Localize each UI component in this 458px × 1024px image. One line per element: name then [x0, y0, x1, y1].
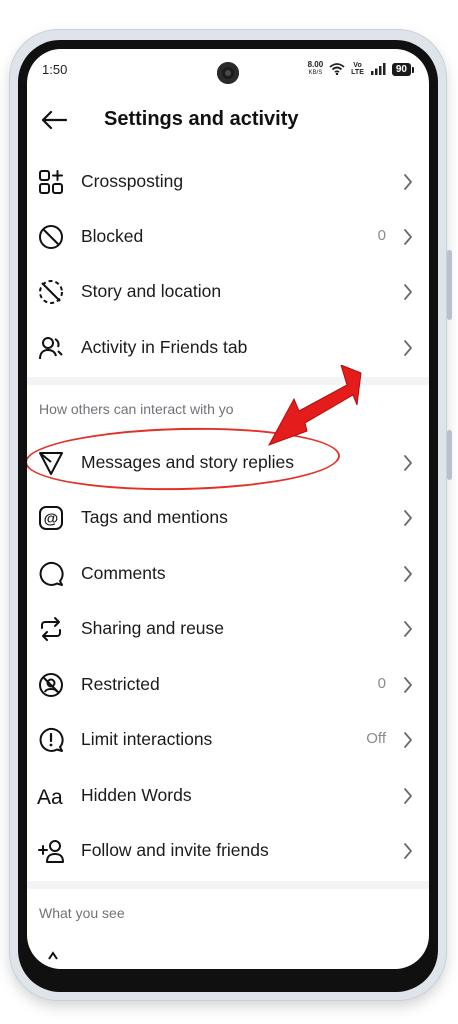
crossposting-icon: [37, 168, 65, 196]
settings-row-restricted[interactable]: Restricted 0: [27, 657, 429, 712]
signal-icon: [370, 63, 386, 75]
screen: 1:50 8.00 KB/S Vo LTE 90 Settings and ac…: [27, 49, 429, 969]
front-camera: [217, 62, 239, 84]
wifi-icon: [329, 63, 345, 75]
section-divider: [27, 377, 429, 385]
comments-icon: [37, 560, 65, 588]
back-button[interactable]: [37, 103, 71, 137]
row-value: 0: [377, 227, 386, 244]
settings-row-friends-activity[interactable]: Activity in Friends tab: [27, 320, 429, 375]
chevron-right-icon: [399, 730, 417, 750]
follow-invite-icon: [37, 837, 65, 865]
row-label: Activity in Friends tab: [81, 337, 248, 357]
status-icons: 8.00 KB/S Vo LTE 90: [308, 61, 415, 77]
row-value: 0: [377, 675, 386, 692]
blocked-icon: [37, 223, 65, 251]
row-label: Crossposting: [81, 171, 184, 191]
settings-row-crossposting[interactable]: Crossposting: [27, 154, 429, 209]
row-label: Restricted: [81, 674, 160, 694]
volume-button: [447, 250, 452, 320]
status-bar: 1:50 8.00 KB/S Vo LTE 90: [27, 49, 429, 91]
chevron-right-icon: [399, 675, 417, 695]
chevron-right-icon: [399, 453, 417, 473]
chevron-right-icon: [399, 619, 417, 639]
hidden-words-icon: Aa: [37, 782, 65, 810]
page-title: Settings and activity: [104, 108, 299, 130]
chevron-right-icon: [399, 841, 417, 861]
settings-row-blocked[interactable]: Blocked 0: [27, 209, 429, 264]
row-label: Follow and invite friends: [81, 840, 269, 860]
svg-text:@: @: [44, 511, 59, 528]
settings-row-hidden-words[interactable]: Aa Hidden Words: [27, 768, 429, 823]
partial-row-icon: [48, 951, 58, 960]
chevron-right-icon: [399, 172, 417, 192]
restricted-icon: [37, 671, 65, 699]
chevron-right-icon: [399, 282, 417, 302]
back-arrow-icon: [41, 110, 68, 130]
volte-indicator: Vo LTE: [351, 62, 364, 76]
story-location-icon: [37, 278, 65, 306]
settings-row-comments[interactable]: Comments: [27, 546, 429, 601]
status-time: 1:50: [42, 62, 68, 77]
chevron-right-icon: [399, 508, 417, 528]
battery-indicator: 90: [391, 62, 415, 76]
section-divider: [27, 881, 429, 889]
friends-activity-icon: [37, 334, 65, 362]
annotation-arrow: [267, 365, 362, 446]
section-header-interact: How others can interact with yo: [39, 401, 234, 417]
chevron-right-icon: [399, 564, 417, 584]
section-header-what-you-see: What you see: [39, 905, 125, 921]
row-label: Sharing and reuse: [81, 618, 225, 638]
row-label: Hidden Words: [81, 785, 192, 805]
tags-icon: @: [37, 504, 65, 532]
network-speed-value: 8.00: [307, 60, 324, 69]
row-value: Off: [366, 730, 386, 747]
row-label: Story and location: [81, 281, 222, 301]
network-speed: 8.00 KB/S: [308, 61, 324, 77]
settings-row-sharing[interactable]: Sharing and reuse: [27, 601, 429, 656]
chevron-right-icon: [399, 227, 417, 247]
limit-icon: [37, 726, 65, 754]
chevron-right-icon: [399, 338, 417, 358]
sharing-icon: [37, 615, 65, 643]
row-label: Tags and mentions: [81, 507, 228, 527]
settings-row-story-location[interactable]: Story and location: [27, 264, 429, 319]
header: Settings and activity: [27, 97, 429, 143]
settings-row-tags[interactable]: @ Tags and mentions: [27, 490, 429, 545]
network-speed-unit: KB/S: [308, 70, 323, 76]
volte-top: Vo: [353, 62, 362, 69]
row-label: Blocked: [81, 226, 144, 246]
chevron-right-icon: [399, 786, 417, 806]
power-button: [447, 430, 452, 480]
settings-row-follow-invite[interactable]: Follow and invite friends: [27, 823, 429, 878]
volte-bottom: LTE: [351, 69, 364, 76]
svg-text:Aa: Aa: [37, 786, 63, 809]
settings-row-limit-interactions[interactable]: Limit interactions Off: [27, 712, 429, 767]
row-label: Limit interactions: [81, 729, 213, 749]
row-label: Comments: [81, 563, 166, 583]
